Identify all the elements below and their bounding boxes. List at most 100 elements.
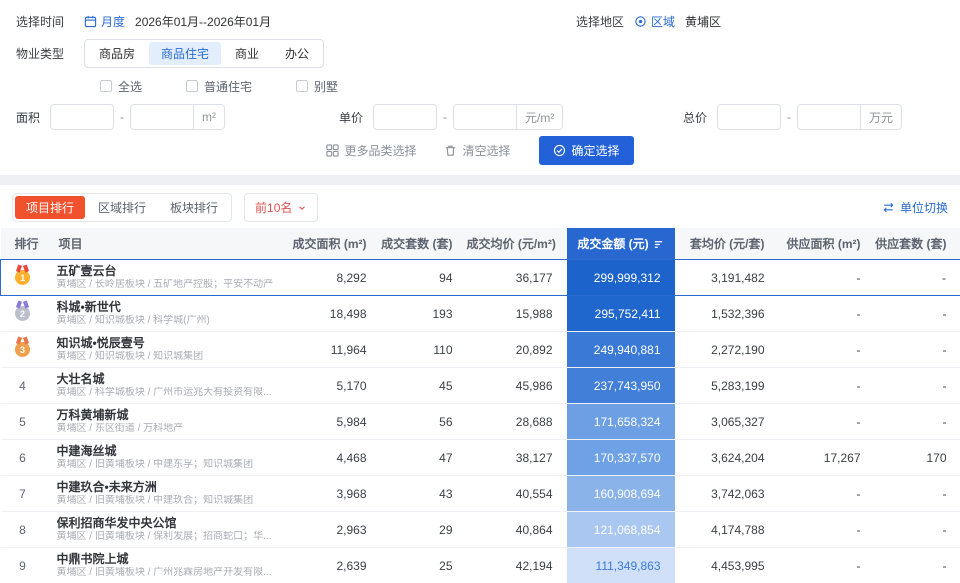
table-row[interactable]: 5 万科黄埔新城 黄埔区 / 东区街道 / 万科地产 5,984 56 28,688 171… bbox=[0, 403, 960, 440]
region-filter: 选择地区 区域 黄埔区 bbox=[576, 13, 721, 30]
rank-cell: 2 bbox=[0, 295, 45, 332]
more-categories-label: 更多品类选择 bbox=[344, 144, 417, 158]
checkbox-icon bbox=[100, 80, 112, 92]
option-commercial[interactable]: 商业 bbox=[223, 42, 271, 65]
header-project[interactable]: 项目 bbox=[44, 228, 281, 260]
project-name[interactable]: 保利招商华发中央公馆 bbox=[57, 516, 281, 530]
clear-selection-button[interactable]: 清空选择 bbox=[444, 142, 511, 159]
project-name[interactable]: 科城•新世代 bbox=[57, 300, 281, 314]
area-max-input[interactable] bbox=[130, 104, 195, 130]
project-cell[interactable]: 中鼎书院上城 黄埔区 / 旧黄埔板块 / 广州兆霖房地产开发有限... bbox=[44, 547, 281, 583]
header-deal-area[interactable]: 成交面积 (m²) bbox=[280, 228, 381, 260]
project-cell[interactable]: 中建海丝城 黄埔区 / 旧黄埔板块 / 中建东孚；知识城集团 bbox=[44, 439, 281, 476]
deal-area-cell: 8,292 bbox=[280, 259, 381, 296]
project-name[interactable]: 五矿壹云台 bbox=[57, 264, 281, 278]
deal-area-cell: 5,984 bbox=[280, 403, 381, 440]
project-cell[interactable]: 五矿壹云台 黄埔区 / 长岭居板块 / 五矿地产控股；平安不动产 bbox=[44, 259, 281, 296]
project-cell[interactable]: 万科黄埔新城 黄埔区 / 东区街道 / 万科地产 bbox=[44, 403, 281, 440]
project-cell[interactable]: 知识城•悦辰壹号 黄埔区 / 知识城板块 / 知识城集团 bbox=[44, 331, 281, 368]
table-row[interactable]: 6 中建海丝城 黄埔区 / 旧黄埔板块 / 中建东孚；知识城集团 4,468 47 38,… bbox=[0, 439, 960, 476]
option-office[interactable]: 办公 bbox=[273, 42, 321, 65]
unit-price-min-input[interactable] bbox=[373, 104, 438, 130]
project-cell[interactable]: 大壮名城 黄埔区 / 科学城板块 / 广州市运兆大有投资有限... bbox=[44, 367, 281, 404]
table-row[interactable]: 4 大壮名城 黄埔区 / 科学城板块 / 广州市运兆大有投资有限... 5,170 45… bbox=[0, 367, 960, 404]
confirm-selection-label: 确定选择 bbox=[571, 144, 620, 158]
project-cell[interactable]: 保利招商华发中央公馆 黄埔区 / 旧黄埔板块 / 保利发展；招商蛇口；华... bbox=[44, 511, 281, 548]
table-row[interactable]: 9 中鼎书院上城 黄埔区 / 旧黄埔板块 / 广州兆霖房地产开发有限... 2,639… bbox=[0, 547, 960, 583]
checkbox-select-all[interactable]: 全选 bbox=[100, 78, 142, 95]
project-name[interactable]: 大壮名城 bbox=[57, 372, 281, 386]
supply-area-cell: - bbox=[778, 331, 875, 368]
supply-units-cell: - bbox=[874, 403, 960, 440]
project-name[interactable]: 中鼎书院上城 bbox=[57, 552, 281, 566]
supply-units-cell: - bbox=[874, 511, 960, 548]
ranking-toolbar: 项目排行 区域排行 板块排行 前10名 单位切换 bbox=[0, 185, 960, 228]
range-separator: - bbox=[120, 110, 125, 124]
project-subtitle: 黄埔区 / 知识城板块 / 知识城集团 bbox=[56, 351, 204, 362]
table-row[interactable]: 8 保利招商华发中央公馆 黄埔区 / 旧黄埔板块 / 保利发展；招商蛇口；华... 2… bbox=[0, 511, 960, 548]
tab-region-ranking[interactable]: 区域排行 bbox=[87, 196, 157, 219]
option-commodity-housing[interactable]: 商品房 bbox=[87, 42, 147, 65]
header-avg-total-price[interactable]: 套均价 (元/套) bbox=[674, 228, 779, 260]
area-max-group: m² bbox=[130, 104, 226, 130]
project-name[interactable]: 万科黄埔新城 bbox=[57, 408, 281, 422]
tab-block-ranking[interactable]: 板块排行 bbox=[159, 196, 229, 219]
time-mode-select[interactable]: 月度 bbox=[84, 13, 125, 30]
tab-project-ranking[interactable]: 项目排行 bbox=[15, 196, 86, 219]
supply-area-cell: - bbox=[778, 367, 875, 404]
project-subtitle: 黄埔区 / 旧黄埔板块 / 中建东孚；知识城集团 bbox=[56, 459, 254, 470]
header-deal-units[interactable]: 成交套数 (套) bbox=[380, 228, 467, 260]
confirm-selection-button[interactable]: 确定选择 bbox=[538, 136, 634, 165]
deal-area-cell: 18,498 bbox=[280, 295, 381, 332]
chevron-down-icon bbox=[299, 205, 306, 210]
unit-price-max-input[interactable] bbox=[453, 104, 518, 130]
region-type-select[interactable]: 区域 bbox=[634, 13, 675, 30]
project-subtitle: 黄埔区 / 旧黄埔板块 / 中建玖合；知识城集团 bbox=[56, 495, 254, 506]
avg-total-price-cell: 4,174,788 bbox=[674, 511, 779, 548]
project-name[interactable]: 知识城•悦辰壹号 bbox=[57, 336, 281, 350]
header-supply-area[interactable]: 供应面积 (m²) bbox=[778, 228, 875, 260]
time-range-value[interactable]: 2026年01月--2026年01月 bbox=[135, 13, 271, 30]
option-commodity-residence[interactable]: 商品住宅 bbox=[149, 42, 222, 65]
total-price-max-input[interactable] bbox=[797, 104, 862, 130]
checkbox-ordinary-residence[interactable]: 普通住宅 bbox=[186, 78, 252, 95]
table-row[interactable]: 1 五矿壹云台 黄埔区 / 长岭居板块 / 五矿地产控股；平安不动产 8,292 94 3… bbox=[0, 259, 960, 296]
silver-medal-icon: 2 bbox=[15, 306, 30, 322]
region-value[interactable]: 黄埔区 bbox=[685, 13, 721, 30]
top10-dropdown[interactable]: 前10名 bbox=[244, 193, 319, 222]
header-deal-amount[interactable]: 成交金额 (元) bbox=[566, 228, 675, 260]
deal-amount-cell: 121,068,854 bbox=[566, 511, 675, 548]
property-type-label: 物业类型 bbox=[16, 47, 65, 61]
property-type-options: 商品房 商品住宅 商业 办公 bbox=[84, 39, 325, 68]
area-range-filter: 面积 - m² bbox=[16, 104, 339, 130]
table-row[interactable]: 3 知识城•悦辰壹号 黄埔区 / 知识城板块 / 知识城集团 11,964 110 20,… bbox=[0, 331, 960, 368]
property-type-row: 物业类型 商品房 商品住宅 商业 办公 bbox=[16, 39, 944, 68]
area-min-input[interactable] bbox=[50, 104, 115, 130]
region-type-label: 区域 bbox=[651, 14, 676, 29]
checkbox-villa[interactable]: 别墅 bbox=[296, 78, 338, 95]
total-price-min-input[interactable] bbox=[717, 104, 782, 130]
deal-avg-price-cell: 36,177 bbox=[466, 259, 567, 296]
range-separator: - bbox=[443, 110, 448, 124]
rank-cell: 1 bbox=[0, 259, 45, 296]
table-row[interactable]: 7 中建玖合•未来方洲 黄埔区 / 旧黄埔板块 / 中建玖合；知识城集团 3,968 4… bbox=[0, 475, 960, 512]
more-categories-button[interactable]: 更多品类选择 bbox=[326, 142, 416, 159]
unit-switch-button[interactable]: 单位切换 bbox=[882, 199, 948, 216]
avg-total-price-cell: 3,742,063 bbox=[674, 475, 779, 512]
header-deal-avg-price[interactable]: 成交均价 (元/m²) bbox=[466, 228, 567, 260]
header-rank[interactable]: 排行 bbox=[0, 228, 45, 260]
deal-avg-price-cell: 40,864 bbox=[466, 511, 567, 548]
table-row[interactable]: 2 科城•新世代 黄埔区 / 知识城板块 / 科学城(广州) 18,498 193 15,… bbox=[0, 295, 960, 332]
project-subtitle: 黄埔区 / 东区街道 / 万科地产 bbox=[56, 423, 184, 434]
deal-avg-price-cell: 28,688 bbox=[466, 403, 567, 440]
project-name[interactable]: 中建玖合•未来方洲 bbox=[57, 480, 281, 494]
checkbox-icon bbox=[186, 80, 199, 92]
project-cell[interactable]: 科城•新世代 黄埔区 / 知识城板块 / 科学城(广州) bbox=[44, 295, 281, 332]
project-name[interactable]: 中建海丝城 bbox=[57, 444, 281, 458]
rank-cell: 8 bbox=[0, 511, 45, 548]
header-supply-units[interactable]: 供应套数 (套) bbox=[874, 228, 960, 260]
supply-units-cell: - bbox=[874, 295, 960, 332]
supply-area-cell: - bbox=[778, 475, 875, 512]
total-price-max-group: 万元 bbox=[797, 104, 903, 130]
project-cell[interactable]: 中建玖合•未来方洲 黄埔区 / 旧黄埔板块 / 中建玖合；知识城集团 bbox=[44, 475, 281, 512]
